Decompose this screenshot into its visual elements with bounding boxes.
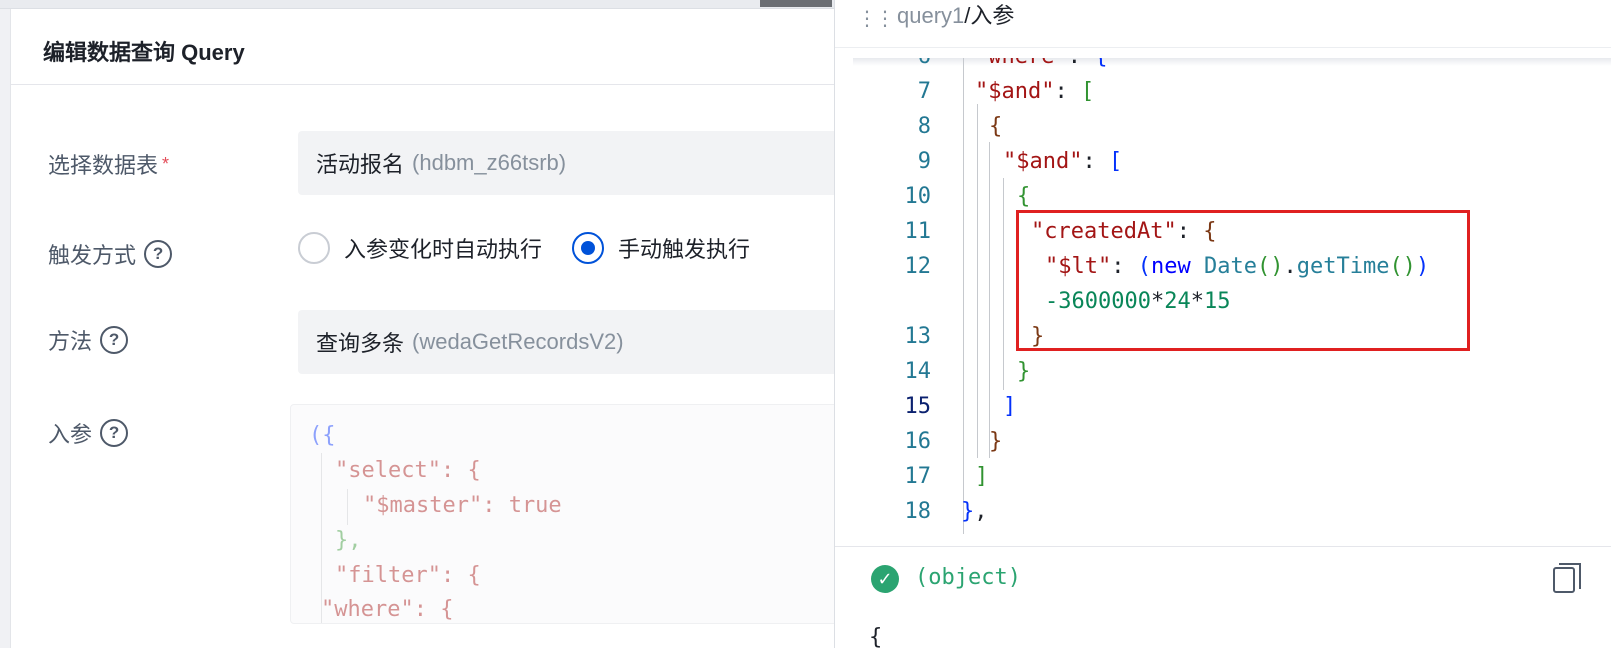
method-select[interactable]: 查询多条 (wedaGetRecordsV2)	[298, 310, 898, 374]
panel-title: query1/入参	[897, 0, 1014, 30]
code-line: "$and": [	[975, 79, 1095, 104]
code-line: },	[961, 499, 988, 524]
code-line: }	[989, 429, 1003, 454]
data-table-label: 选择数据表 *	[48, 148, 169, 180]
help-icon[interactable]: ?	[144, 240, 173, 268]
page: 编辑数据查询 Query 选择数据表 * 活动报名 (hdbm_z66tsrb)…	[0, 0, 1611, 648]
code-line: ]	[975, 464, 989, 489]
code-line: "filter": {	[335, 563, 481, 588]
line-number: 11	[904, 219, 932, 244]
code-line: "$and": [	[1003, 149, 1123, 174]
param-path: /入参	[964, 3, 1015, 28]
trigger-label: 触发方式 ?	[48, 238, 173, 270]
method-id: (wedaGetRecordsV2)	[412, 329, 624, 354]
indent-guide	[989, 142, 990, 458]
line-number: 17	[904, 464, 932, 489]
copy-icon[interactable]	[1553, 563, 1581, 593]
code-line: ({	[309, 423, 336, 448]
data-table-label-text: 选择数据表	[48, 153, 159, 178]
indent-guide	[963, 58, 964, 534]
help-icon[interactable]: ?	[100, 419, 129, 447]
radio-auto-execute[interactable]: 入参变化时自动执行	[298, 232, 542, 264]
result-type: (object)	[915, 565, 1021, 590]
code-line: }	[1017, 359, 1031, 384]
line-number: 6	[881, 58, 931, 69]
params-code-editor[interactable]: ({ "select": { "$master": true }, "filte…	[290, 404, 910, 624]
scroll-shadow	[853, 58, 1611, 66]
query-editor-panel: 编辑数据查询 Query 选择数据表 * 活动报名 (hdbm_z66tsrb)…	[0, 0, 910, 648]
line-number: 16	[904, 429, 932, 454]
required-mark: *	[162, 153, 170, 174]
line-number: 14	[904, 359, 932, 384]
radio-circle-checked[interactable]	[572, 232, 605, 264]
indent-guide	[1003, 178, 1004, 390]
query-name: query1	[897, 3, 965, 28]
success-check-icon: ✓	[871, 565, 899, 593]
top-strip	[0, 0, 860, 9]
line-number: 8	[917, 114, 931, 139]
data-table-select[interactable]: 活动报名 (hdbm_z66tsrb)	[298, 131, 898, 195]
line-number: 18	[904, 499, 932, 524]
line-number: 7	[917, 79, 931, 104]
code-line: "where": {	[321, 597, 454, 622]
method-label: 方法 ?	[48, 324, 129, 356]
data-table-value: 活动报名	[316, 152, 405, 177]
card-header: 编辑数据查询 Query	[11, 9, 880, 85]
line-number-active: 15	[904, 394, 932, 419]
data-table-id: (hdbm_z66tsrb)	[412, 150, 567, 175]
code-line: "select": {	[335, 458, 481, 483]
card-title: 编辑数据查询 Query	[43, 40, 245, 65]
code-line: },	[335, 528, 362, 553]
params-label-text: 入参	[48, 422, 93, 447]
radio-auto-label: 入参变化时自动执行	[344, 237, 543, 262]
method-value: 查询多条	[316, 331, 405, 356]
radio-circle[interactable]	[298, 232, 330, 264]
code-line: {	[1017, 184, 1031, 209]
trigger-label-text: 触发方式	[48, 243, 137, 268]
help-icon[interactable]: ?	[100, 326, 129, 354]
radio-manual-execute[interactable]: 手动触发执行	[572, 232, 750, 264]
trigger-radio-group: 入参变化时自动执行 手动触发执行	[298, 232, 780, 264]
method-label-text: 方法	[48, 329, 93, 354]
code-line: ]	[1003, 394, 1017, 419]
annotation-highlight-box	[1016, 210, 1470, 351]
code-line: "$master": true	[363, 493, 562, 518]
result-preview: {	[869, 625, 883, 648]
line-number: 9	[917, 149, 931, 174]
panel-header: ⋮⋮ query1/入参	[835, 0, 1611, 48]
scroll-thumb[interactable]	[760, 0, 832, 7]
indent-guide	[347, 489, 348, 525]
indent-guide	[977, 104, 978, 458]
line-number: 12	[904, 254, 932, 279]
result-bar: ✓ (object) {	[835, 546, 1611, 648]
line-number: 10	[904, 184, 932, 209]
code-line: {	[989, 114, 1003, 139]
line-number: 13	[904, 324, 932, 349]
code-line: "where": {	[975, 58, 1107, 69]
params-label: 入参 ?	[48, 417, 129, 449]
radio-manual-label: 手动触发执行	[618, 237, 751, 262]
drag-handle-icon[interactable]: ⋮⋮	[857, 6, 895, 31]
